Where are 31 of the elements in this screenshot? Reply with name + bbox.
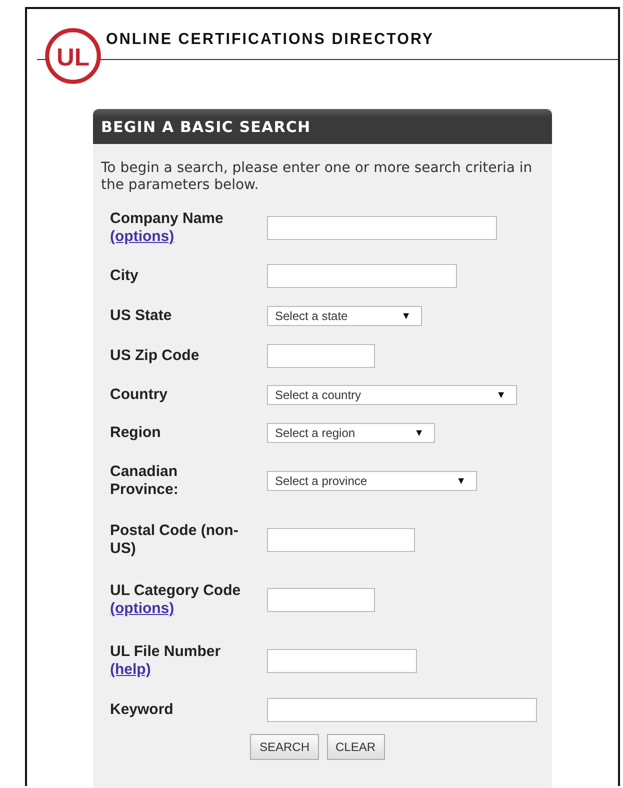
field-label: UL File Number: [110, 643, 221, 660]
input-field[interactable]: [267, 649, 417, 673]
field-label: Canadian Province:: [110, 463, 178, 498]
dropdown[interactable]: Select a region ▼: [267, 423, 435, 443]
input-field[interactable]: [267, 528, 415, 552]
field-label: US State: [110, 307, 172, 324]
input-field[interactable]: [267, 588, 375, 612]
form-button[interactable]: CLEAR: [326, 734, 385, 760]
options-link[interactable]: (options): [110, 600, 174, 617]
site-title: ONLINE CERTIFICATIONS DIRECTORY: [106, 31, 434, 50]
dropdown[interactable]: Select a state ▼: [267, 306, 422, 326]
input-field[interactable]: [267, 264, 457, 288]
intro-text: To begin a search, please enter one or more search criteria in the parameters below.: [101, 160, 534, 194]
field-label: Keyword: [110, 701, 174, 718]
field-label: Country: [110, 386, 168, 403]
logo-icon: UL: [42, 25, 104, 87]
form-button[interactable]: SEARCH: [250, 734, 318, 760]
dropdown[interactable]: Select a country ▼: [267, 385, 517, 405]
panel-title: BEGIN A BASIC SEARCH: [93, 109, 552, 144]
field-label: Region: [110, 424, 161, 441]
input-field[interactable]: [267, 698, 537, 722]
field-label: US Zip Code: [110, 347, 200, 364]
options-link[interactable]: (help): [110, 661, 151, 678]
field-label: Postal Code (non-US): [110, 522, 238, 557]
input-field[interactable]: [267, 216, 497, 240]
options-link[interactable]: (options): [110, 228, 174, 245]
input-field[interactable]: [267, 344, 375, 368]
field-label: UL Category Code: [110, 582, 241, 599]
dropdown[interactable]: Select a province ▼: [267, 471, 477, 491]
field-label: Company Name: [110, 210, 224, 227]
field-label: City: [110, 267, 138, 284]
